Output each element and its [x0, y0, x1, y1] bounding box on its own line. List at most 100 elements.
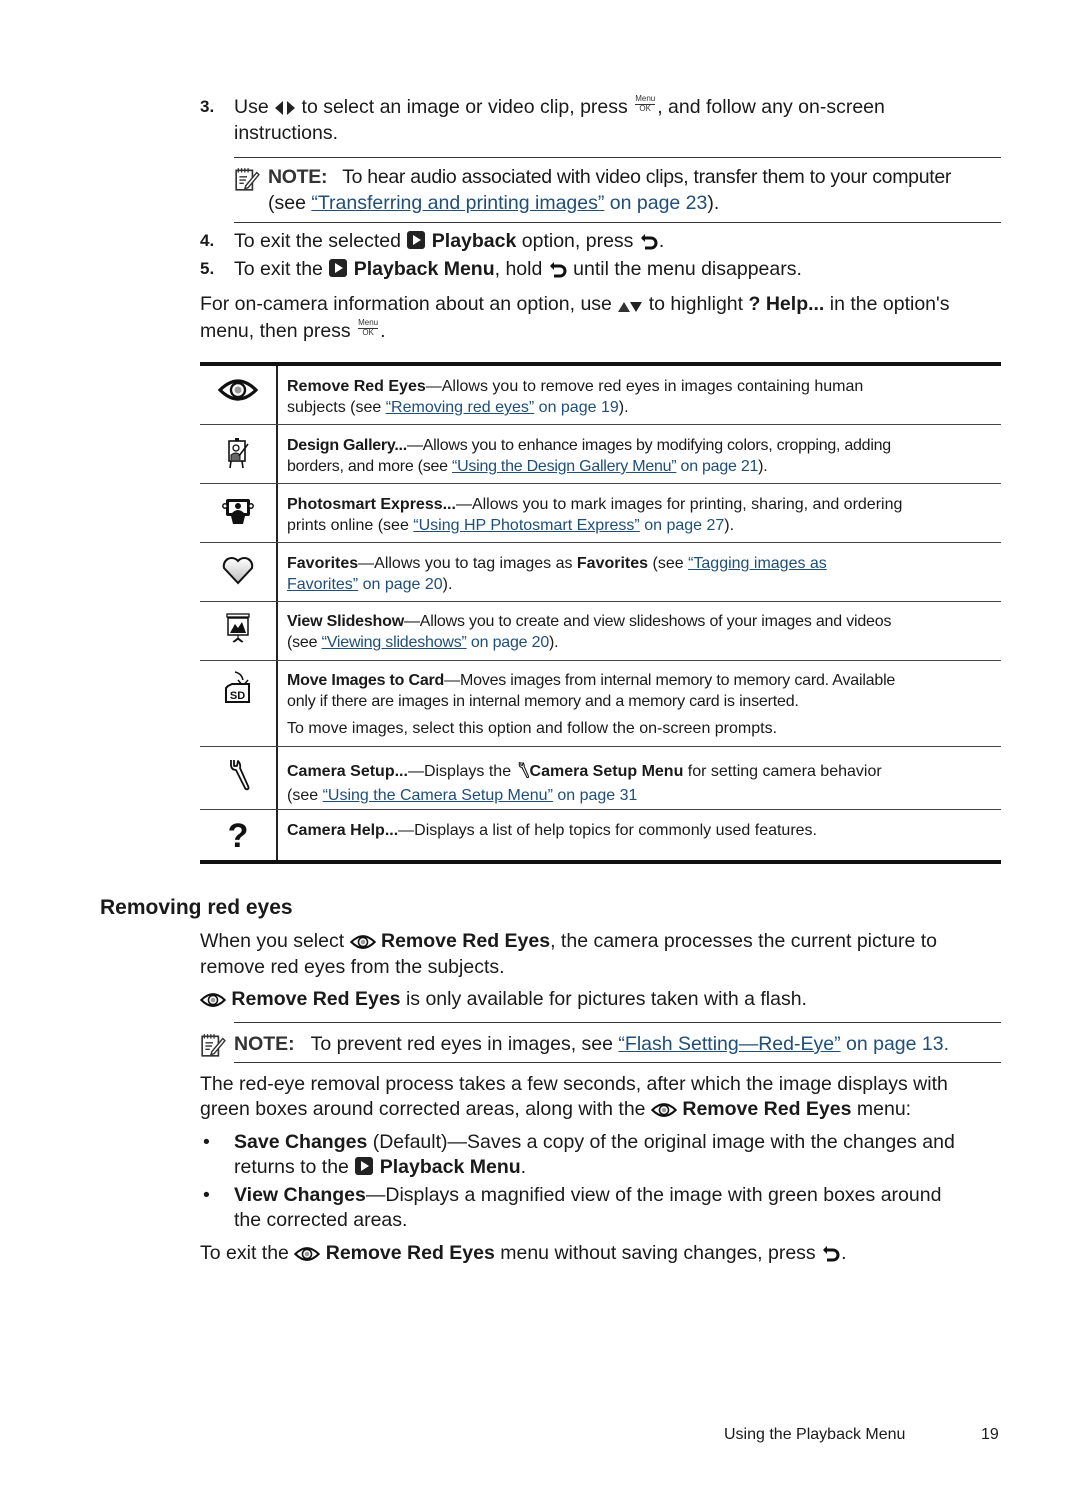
step-5-text: To exit the Playback Menu, hold until th…	[234, 256, 802, 285]
playback-menu-label: Playback Menu	[379, 1156, 521, 1178]
paragraph-text: menu:	[856, 1098, 912, 1120]
back-arrow-icon	[821, 1242, 841, 1269]
row-divider	[200, 809, 1001, 810]
table-cell: Camera Setup...—Displays the Camera Setu…	[287, 761, 999, 806]
note-icon	[234, 166, 260, 197]
step-text: , and follow any on-screen	[657, 96, 885, 118]
paragraph-text: For on-camera information about an optio…	[200, 293, 612, 315]
option-desc: ).	[549, 634, 559, 651]
sd-card-icon: SD	[200, 670, 276, 704]
bullet-marker: •	[203, 1184, 210, 1206]
eye-icon	[200, 989, 226, 1015]
link-transferring-printing[interactable]: “Transferring and printing images”	[311, 192, 604, 214]
list-item: View Changes—Displays a magnified view o…	[234, 1182, 1014, 1208]
step-number: 5.	[200, 259, 215, 278]
step-text: to select an image or video clip, press	[301, 96, 628, 118]
paragraph-text: To exit the	[200, 1242, 289, 1264]
note-label: NOTE:	[234, 1033, 295, 1055]
step-text: To exit the	[234, 258, 323, 280]
note-text: (see	[268, 192, 312, 214]
table-cell: Photosmart Express...—Allows you to mark…	[287, 494, 999, 536]
link-page-ref: on page 21	[676, 458, 759, 475]
paragraph-line2: green boxes around corrected areas, alon…	[200, 1096, 911, 1125]
note-icon	[200, 1032, 226, 1063]
option-desc: —Allows you to mark images for printing,…	[455, 496, 903, 513]
link-camera-setup-menu[interactable]: “Using the Camera Setup Menu”	[323, 787, 553, 804]
option-desc: subjects (see	[287, 399, 386, 416]
step-3-line2: instructions.	[234, 122, 339, 144]
link-tagging-favorites[interactable]: “Tagging images as	[688, 555, 827, 572]
step-text: until the menu disappears.	[573, 258, 802, 280]
row-divider	[200, 660, 1001, 661]
note-text: ).	[707, 192, 720, 214]
option-title: Remove Red Eyes	[287, 378, 426, 395]
option-desc: —Displays the	[407, 763, 516, 780]
section-heading: Removing red eyes	[100, 896, 293, 919]
paragraph-text: to highlight	[648, 293, 744, 315]
step-text: To exit the selected	[234, 230, 401, 252]
row-divider	[200, 483, 1001, 484]
link-page-ref: on page 20	[466, 634, 550, 651]
paragraph-text: .	[380, 320, 386, 342]
note-text: To prevent red eyes in images, see	[310, 1033, 619, 1055]
step-text: Use	[234, 96, 269, 118]
divider	[234, 157, 1001, 158]
row-divider	[200, 601, 1001, 602]
wrench-icon	[516, 761, 530, 785]
step-text: option, press	[521, 230, 634, 252]
link-page-ref: on page 27	[639, 517, 725, 534]
link-tagging-favorites[interactable]: Favorites”	[287, 576, 358, 593]
option-desc: —Allows you to tag images as	[358, 555, 577, 572]
table-cell: Design Gallery...—Allows you to enhance …	[287, 435, 999, 477]
list-item-line2: the corrected areas.	[234, 1209, 408, 1231]
link-page-ref: on page 13.	[840, 1033, 950, 1055]
option-desc: (see	[648, 555, 689, 572]
back-arrow-icon	[639, 230, 659, 257]
link-viewing-slideshows[interactable]: “Viewing slideshows”	[322, 634, 467, 651]
save-changes-label: Save Changes	[234, 1131, 368, 1153]
playback-icon	[406, 230, 426, 257]
eye-icon	[200, 377, 276, 403]
menu-ok-button-icon: Menu OK	[358, 318, 379, 337]
remove-red-eyes-label: Remove Red Eyes	[381, 930, 551, 952]
link-removing-red-eyes[interactable]: “Removing red eyes”	[386, 399, 535, 416]
note-1-line2: (see “Transferring and printing images” …	[268, 190, 719, 216]
paragraph-text: menu without saving changes, press	[500, 1242, 816, 1264]
remove-red-eyes-label: Remove Red Eyes	[682, 1098, 852, 1120]
view-changes-label: View Changes	[234, 1184, 366, 1206]
link-page-ref: on page 19	[534, 399, 619, 416]
option-desc: ).	[442, 576, 453, 593]
footer-title: Using the Playback Menu	[724, 1426, 906, 1443]
option-desc: —Allows you to create and view slideshow…	[403, 613, 892, 630]
option-title: Camera Setup...	[287, 763, 408, 780]
playback-menu-label: Playback Menu	[353, 258, 495, 280]
option-desc: ).	[758, 458, 768, 475]
bullet-marker: •	[203, 1131, 210, 1153]
link-design-gallery[interactable]: “Using the Design Gallery Menu”	[452, 458, 677, 475]
list-item-line2: returns to the Playback Menu.	[234, 1154, 526, 1183]
note-2: NOTE: To prevent red eyes in images, see…	[234, 1031, 949, 1057]
table-top-border	[200, 362, 1001, 366]
divider	[234, 1022, 1001, 1023]
option-desc: —Displays a list of help topics for comm…	[398, 822, 817, 839]
remove-red-eyes-label: Remove Red Eyes	[231, 988, 401, 1010]
step-3-text: Use to select an image or video clip, pr…	[234, 94, 1014, 123]
paragraph-text: is only available for pictures taken wit…	[405, 988, 807, 1010]
link-page-ref: on page 20	[358, 576, 443, 593]
option-desc: borders, and more (see	[287, 458, 452, 475]
option-desc: (see	[287, 787, 323, 804]
option-desc: prints online (see	[287, 517, 414, 534]
remove-red-eyes-label: Remove Red Eyes	[325, 1242, 495, 1264]
table-cell: Camera Help...—Displays a list of help t…	[287, 820, 999, 841]
option-title: Design Gallery...	[287, 437, 407, 454]
link-flash-setting-red-eye[interactable]: “Flash Setting—Red-Eye”	[618, 1033, 840, 1055]
paragraph: To exit the Remove Red Eyes menu without…	[200, 1240, 847, 1269]
back-arrow-icon	[548, 258, 568, 285]
paragraph: When you select Remove Red Eyes, the cam…	[200, 928, 1010, 957]
option-desc-bold: Favorites	[576, 555, 649, 572]
link-photosmart-express[interactable]: “Using HP Photosmart Express”	[413, 517, 639, 534]
up-down-arrows-icon	[617, 294, 643, 320]
divider	[234, 1062, 1001, 1063]
note-label: NOTE:	[268, 166, 328, 188]
option-desc-bold: Camera Setup Menu	[529, 763, 684, 780]
